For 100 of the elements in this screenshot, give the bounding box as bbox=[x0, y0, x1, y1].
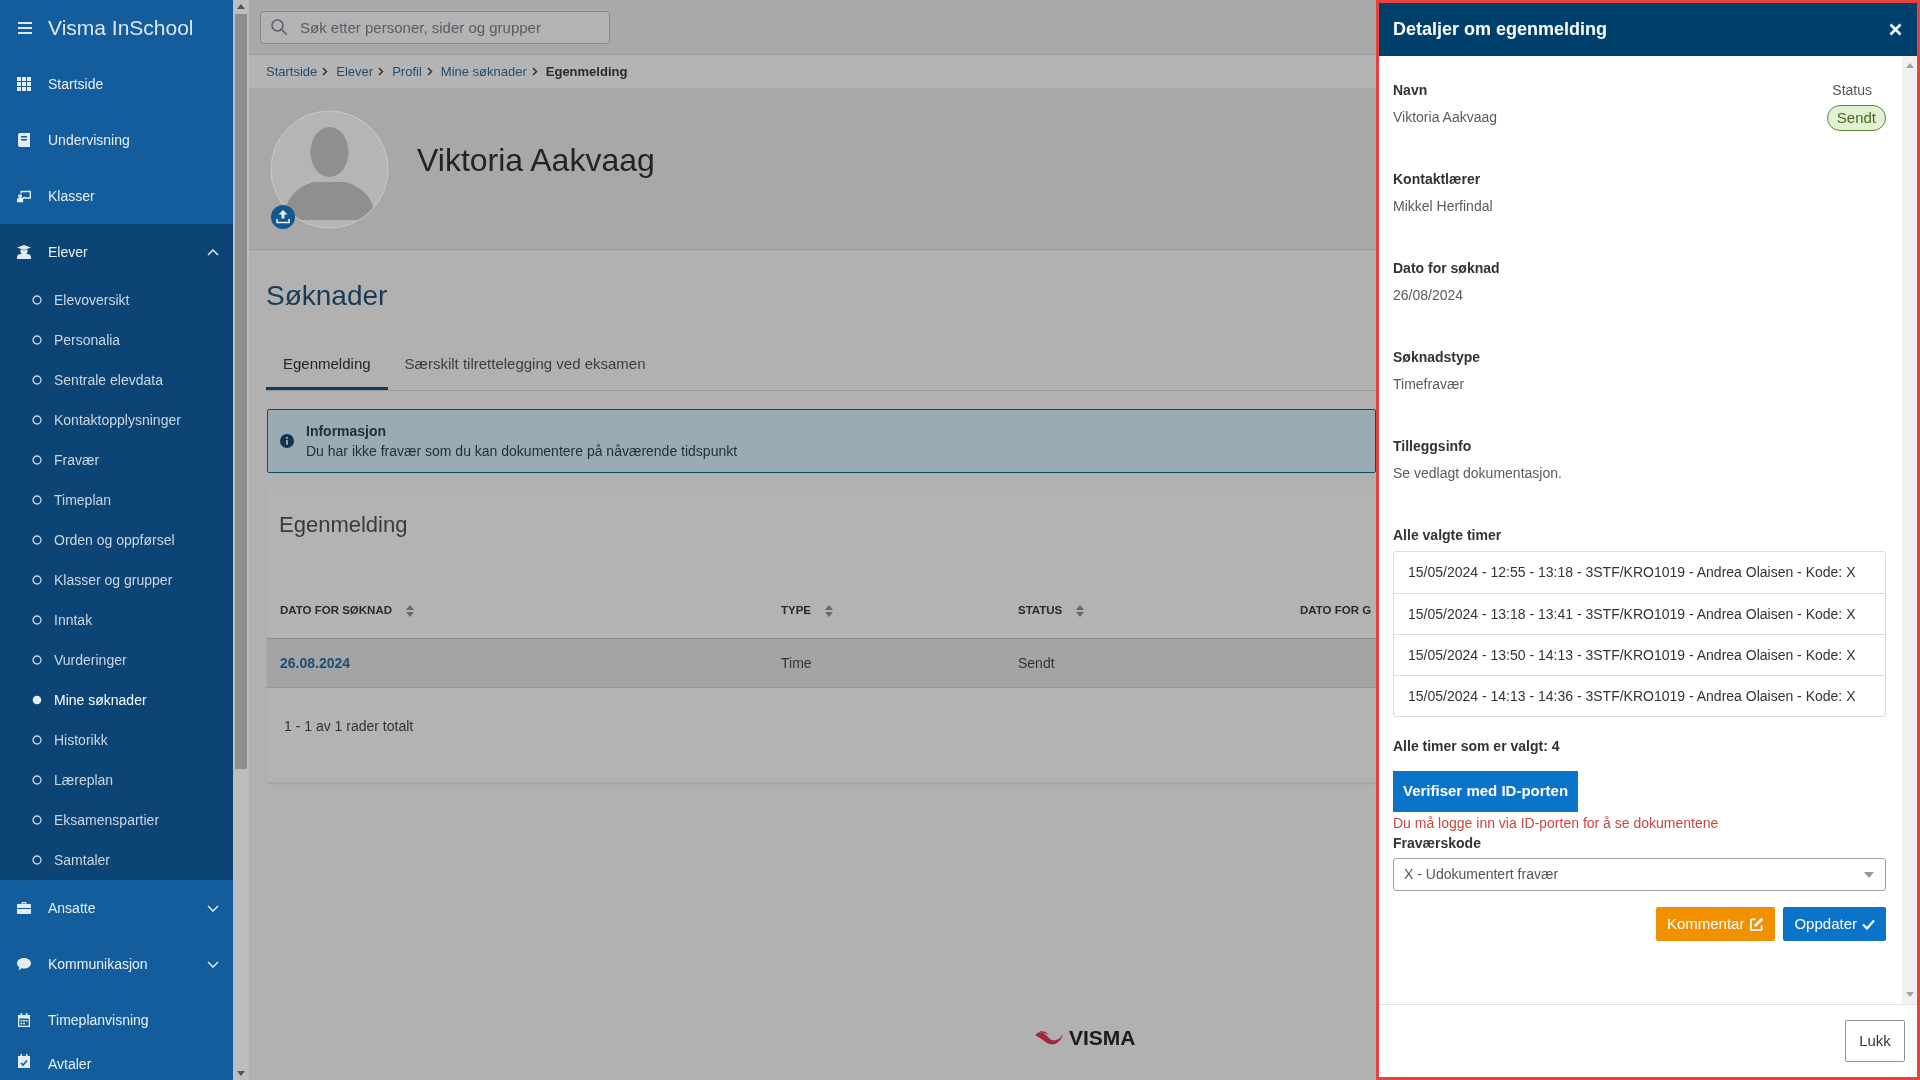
breadcrumb-current: Egenmelding bbox=[545, 62, 628, 81]
scrollbar[interactable] bbox=[233, 0, 249, 1080]
ring-icon bbox=[32, 815, 42, 825]
alert-title: Informasjon bbox=[306, 422, 387, 441]
ring-icon bbox=[32, 615, 42, 625]
chevron-right-icon bbox=[426, 67, 433, 76]
ring-icon bbox=[32, 775, 42, 785]
sidebar-subitem[interactable]: Mine søknader bbox=[0, 680, 233, 720]
sidebar-subitem[interactable]: Timeplan bbox=[0, 480, 233, 520]
sidebar-subitem[interactable]: Fravær bbox=[0, 440, 233, 480]
grid-icon bbox=[17, 77, 31, 91]
field-label: Status bbox=[1832, 81, 1872, 100]
upload-icon[interactable] bbox=[271, 205, 295, 229]
dot-icon bbox=[32, 695, 42, 705]
breadcrumb-link[interactable]: Startside bbox=[266, 61, 318, 82]
breadcrumb-link[interactable]: Profil bbox=[392, 61, 422, 82]
sort-icon bbox=[1076, 604, 1085, 617]
field-label: Tilleggsinfo bbox=[1393, 437, 1472, 456]
error-message: Du må logge inn via ID-porten for å se dokumentene bbox=[1393, 814, 1719, 833]
sidebar-subitem[interactable]: Elevoversikt bbox=[0, 280, 233, 320]
sidebar-subitem[interactable]: Eksamenspartier bbox=[0, 800, 233, 840]
scroll-down-icon[interactable] bbox=[1905, 992, 1914, 997]
sort-icon bbox=[825, 604, 834, 617]
card-title: Egenmelding bbox=[278, 511, 408, 539]
page-title: Søknader bbox=[266, 279, 388, 313]
pagination-summary: 1 - 1 av 1 rader totalt bbox=[283, 717, 414, 736]
ring-icon bbox=[32, 855, 42, 865]
sidebar-subitem[interactable]: Læreplan bbox=[0, 760, 233, 800]
field-value: 26/08/2024 bbox=[1393, 286, 1464, 305]
sidebar-subitem[interactable]: Historikk bbox=[0, 720, 233, 760]
hour-item: 15/05/2024 - 13:50 - 14:13 - 3STF/KRO1019 - Andrea Olaisen - Kode: X bbox=[1394, 634, 1885, 675]
book-icon bbox=[18, 133, 30, 147]
sort-icon bbox=[406, 604, 415, 617]
chevron-up-icon bbox=[207, 248, 219, 256]
calendar-check-icon bbox=[18, 1054, 30, 1068]
check-icon bbox=[1862, 918, 1875, 930]
sidebar-subitem[interactable]: Kontaktopplysninger bbox=[0, 400, 233, 440]
field-label: Kontaktlærer bbox=[1393, 170, 1481, 189]
scroll-up-icon[interactable] bbox=[237, 4, 245, 9]
column-header[interactable]: STATUS bbox=[1018, 601, 1085, 620]
calendar-icon bbox=[18, 1013, 30, 1027]
scroll-down-icon[interactable] bbox=[237, 1071, 245, 1076]
chevron-right-icon bbox=[378, 67, 385, 76]
app-title: Visma InSchool bbox=[48, 15, 194, 42]
table-cell-text: Sendt bbox=[1018, 653, 1055, 673]
swoosh-icon bbox=[1035, 1030, 1063, 1046]
field-value: Mikkel Herfindal bbox=[1393, 197, 1493, 216]
tab[interactable]: Særskilt tilrettelegging ved eksamen bbox=[387, 341, 663, 390]
update-button[interactable]: Oppdater bbox=[1783, 907, 1886, 941]
student-name: Viktoria Aakvaag bbox=[417, 141, 655, 180]
ring-icon bbox=[32, 495, 42, 505]
hour-item: 15/05/2024 - 14:13 - 14:36 - 3STF/KRO1019 - Andrea Olaisen - Kode: X bbox=[1394, 675, 1885, 716]
ring-icon bbox=[32, 295, 42, 305]
section-label: Alle valgte timer bbox=[1393, 526, 1502, 545]
verify-button[interactable]: Verifiser med ID-porten bbox=[1393, 771, 1579, 812]
ring-icon bbox=[32, 375, 42, 385]
search-field[interactable]: Søk etter personer, sider og grupper bbox=[260, 10, 610, 44]
sidebar-subitem[interactable]: Personalia bbox=[0, 320, 233, 360]
ring-icon bbox=[32, 655, 42, 665]
breadcrumb-link[interactable]: Mine søknader bbox=[440, 61, 527, 82]
sidebar-subitem[interactable]: Orden og oppførsel bbox=[0, 520, 233, 560]
alert-text: Du har ikke fravær som du kan dokumentere på nåværende tidspunkt bbox=[306, 442, 738, 461]
ring-icon bbox=[32, 455, 42, 465]
menu-icon[interactable] bbox=[18, 22, 32, 34]
close-button[interactable]: Lukk bbox=[1845, 1020, 1905, 1062]
breadcrumb-link[interactable]: Elever bbox=[336, 61, 374, 82]
hour-item: 15/05/2024 - 13:18 - 13:41 - 3STF/KRO1019 - Andrea Olaisen - Kode: X bbox=[1394, 593, 1885, 634]
hours-total: Alle timer som er valgt: 4 bbox=[1393, 737, 1560, 756]
sidebar-subitem[interactable]: Samtaler bbox=[0, 840, 233, 880]
ring-icon bbox=[32, 535, 42, 545]
sidebar-subitem[interactable]: Sentrale elevdata bbox=[0, 360, 233, 400]
field-label: Søknadstype bbox=[1393, 348, 1481, 367]
sidebar-subitem[interactable]: Vurderinger bbox=[0, 640, 233, 680]
column-header: DATO FOR G bbox=[1300, 602, 1372, 618]
chevron-right-icon bbox=[322, 67, 329, 76]
field-value: Viktoria Aakvaag bbox=[1393, 108, 1498, 127]
field-label: Fraværskode bbox=[1393, 834, 1481, 853]
info-icon bbox=[280, 434, 294, 448]
sidebar-subitem[interactable]: Inntak bbox=[0, 600, 233, 640]
column-header[interactable]: TYPE bbox=[781, 601, 834, 620]
table-row[interactable]: 26.08.2024 Time Sendt bbox=[267, 639, 1376, 688]
edit-icon bbox=[1749, 916, 1765, 932]
date-link[interactable]: 26.08.2024 bbox=[280, 652, 351, 674]
table-cell-text: Time bbox=[781, 653, 812, 673]
close-icon[interactable] bbox=[1889, 23, 1902, 36]
absence-code-select[interactable]: X - Udokumentert fravær bbox=[1393, 858, 1886, 891]
scroll-up-icon[interactable] bbox=[1905, 63, 1914, 68]
sidebar-subitem[interactable]: Klasser og grupper bbox=[0, 560, 233, 600]
column-header[interactable]: DATO FOR SØKNAD bbox=[280, 601, 415, 620]
tab[interactable]: Egenmelding bbox=[266, 341, 388, 390]
scrollbar[interactable] bbox=[1902, 56, 1917, 1004]
sidebar-item[interactable]: Elever bbox=[0, 224, 233, 280]
briefcase-icon bbox=[17, 902, 31, 914]
status-badge: Sendt bbox=[1826, 105, 1886, 131]
chevron-right-icon bbox=[531, 67, 538, 76]
hour-item: 15/05/2024 - 12:55 - 13:18 - 3STF/KRO1019 - Andrea Olaisen - Kode: X bbox=[1407, 563, 1857, 582]
ring-icon bbox=[32, 415, 42, 425]
speech-bubble-icon bbox=[17, 957, 31, 971]
field-label: Navn bbox=[1393, 81, 1428, 100]
scrollbar-thumb[interactable] bbox=[235, 14, 247, 769]
